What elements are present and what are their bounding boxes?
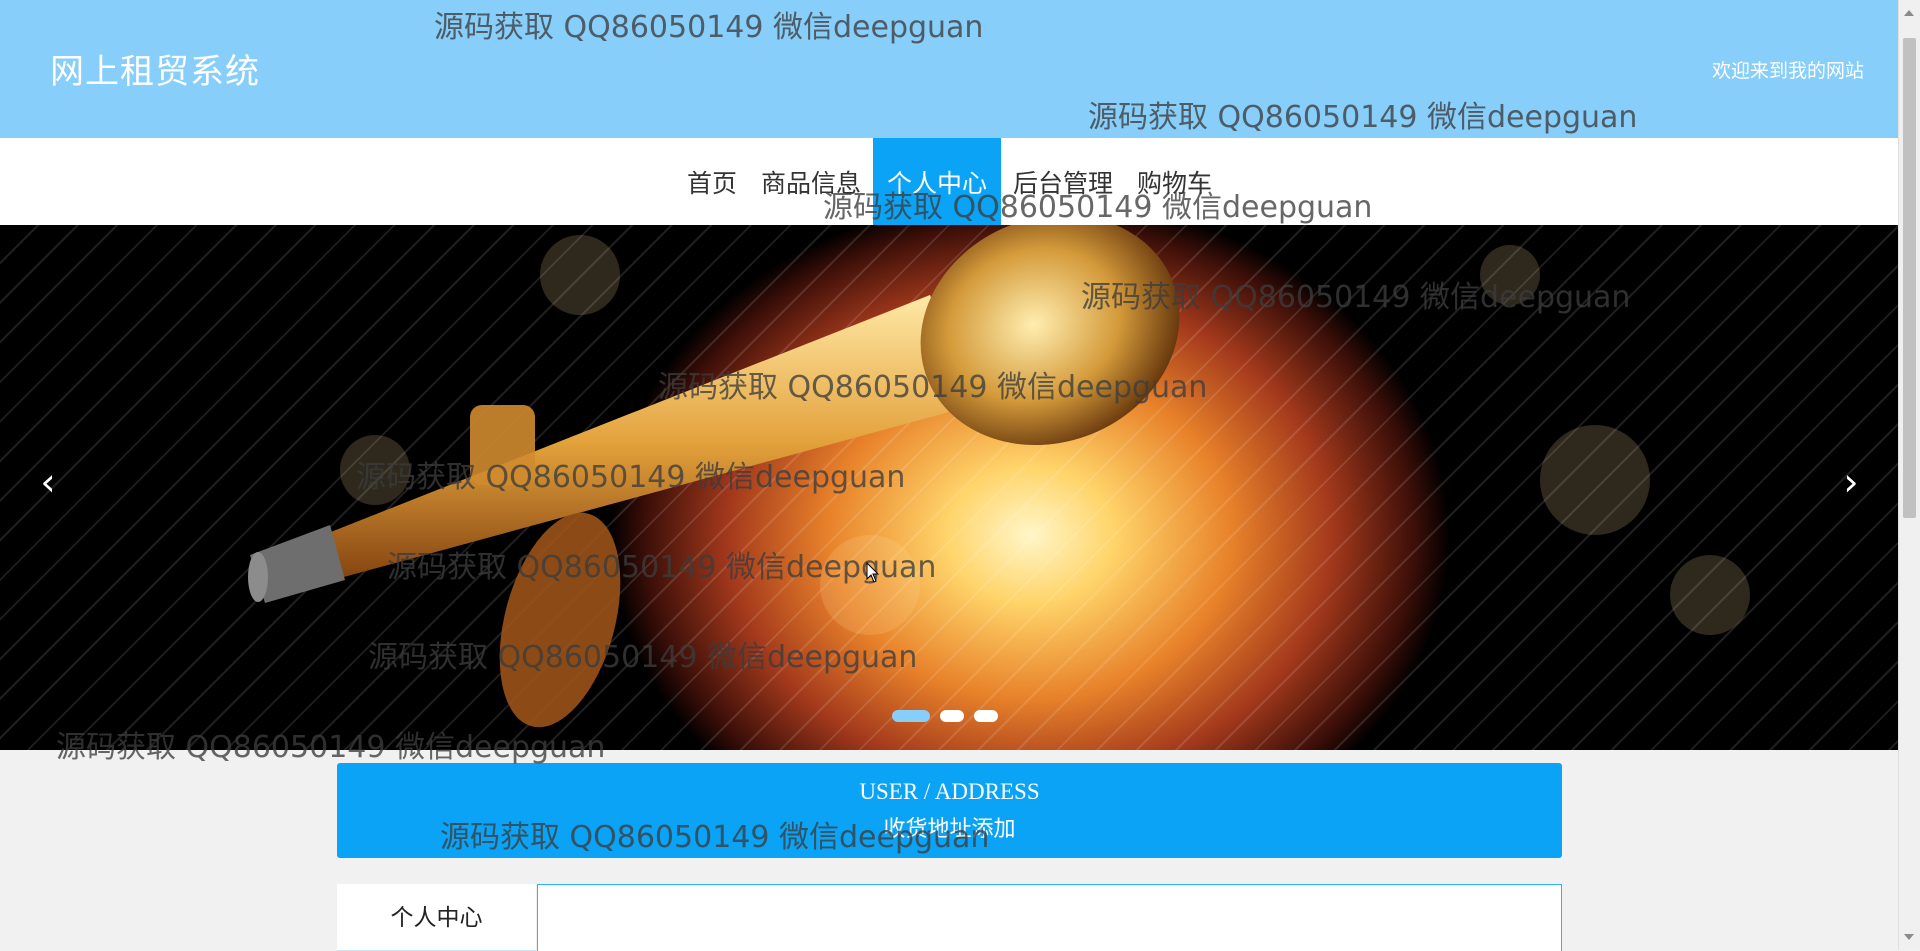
carousel-dot-3[interactable]: [974, 710, 998, 722]
mouse-cursor-icon: [866, 562, 880, 583]
nav-item-admin[interactable]: 后台管理: [1001, 138, 1125, 225]
site-title[interactable]: 网上租贸系统: [50, 44, 260, 93]
chevron-left-icon[interactable]: ‹: [28, 457, 68, 507]
content-panel: [537, 884, 1562, 951]
banner-carousel[interactable]: ‹ ›: [0, 225, 1899, 750]
nav-item-products[interactable]: 商品信息: [749, 138, 873, 225]
microphone-illustration: [248, 225, 1180, 728]
carousel-indicators: [892, 710, 998, 722]
section-title-en: USER / ADDRESS: [859, 779, 1040, 804]
welcome-text: 欢迎来到我的网站: [1711, 60, 1864, 82]
carousel-dot-2[interactable]: [940, 710, 964, 722]
sidebar-item-personal-center[interactable]: 个人中心: [337, 884, 536, 932]
section-title-zh: 收货地址添加: [883, 817, 1016, 842]
nav-item-personal-center[interactable]: 个人中心: [872, 138, 1001, 225]
main-nav: 首页 商品信息 个人中心 后台管理 购物车: [0, 138, 1899, 225]
scroll-up-icon[interactable]: [1904, 10, 1914, 16]
section-header: USER / ADDRESS 收货地址添加: [337, 763, 1562, 858]
sidebar-menu: 个人中心: [337, 884, 536, 951]
nav-item-cart[interactable]: 购物车: [1125, 138, 1224, 225]
site-header: 网上租贸系统 欢迎来到我的网站: [0, 0, 1899, 138]
page-scrollbar[interactable]: [1898, 0, 1920, 950]
scrollbar-thumb[interactable]: [1903, 38, 1916, 518]
scroll-down-icon[interactable]: [1904, 934, 1914, 940]
carousel-dot-1[interactable]: [892, 710, 930, 722]
chevron-right-icon[interactable]: ›: [1831, 457, 1871, 507]
nav-item-home[interactable]: 首页: [675, 138, 749, 225]
